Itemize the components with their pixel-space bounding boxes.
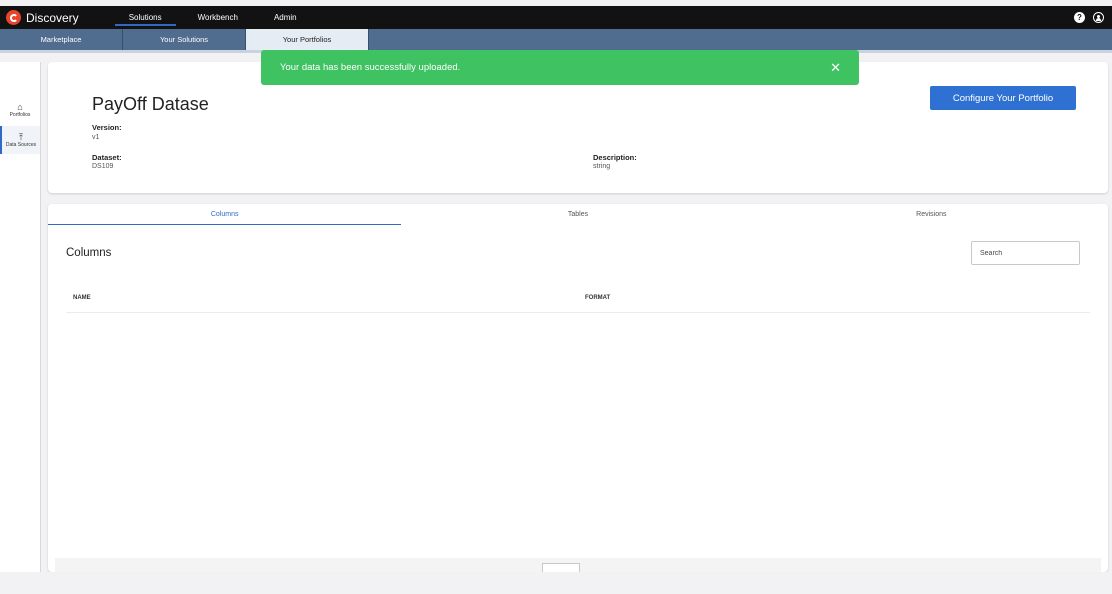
upload-icon: ⤒ <box>19 132 23 142</box>
page-footer-area <box>0 572 1112 594</box>
tab-columns[interactable]: Columns <box>48 204 402 225</box>
rail-item-label: Data Sources <box>5 142 37 148</box>
rail-item-data-sources[interactable]: ⤒ Data Sources <box>0 126 40 154</box>
subnav-marketplace[interactable]: Marketplace <box>0 29 123 50</box>
topnav-workbench[interactable]: Workbench <box>180 6 256 29</box>
detail-tabs: Columns Tables Revisions <box>48 204 1108 225</box>
configure-portfolio-button[interactable]: Configure Your Portfolio <box>930 86 1076 110</box>
dataset-detail-card: Columns Tables Revisions Columns NAME FO… <box>48 204 1108 573</box>
close-icon[interactable]: ✕ <box>830 61 841 74</box>
rail-item-label: Portfolios <box>9 112 31 118</box>
logo-icon <box>6 10 21 25</box>
page-title: PayOff Datase <box>92 94 209 114</box>
search-input[interactable] <box>971 241 1080 265</box>
toast-message: Your data has been successfully uploaded… <box>280 62 461 73</box>
help-icon[interactable]: ? <box>1074 12 1085 23</box>
subnav-your-portfolios[interactable]: Your Portfolios <box>246 29 369 50</box>
column-header-format[interactable]: FORMAT <box>585 295 610 301</box>
tab-revisions[interactable]: Revisions <box>755 204 1108 225</box>
topnav-solutions[interactable]: Solutions <box>111 6 180 29</box>
rail-item-portfolios[interactable]: ⌂ Portfolios <box>0 96 40 124</box>
brand-name: Discovery <box>26 10 79 25</box>
dataset-label: Dataset: <box>92 153 122 162</box>
section-title: Columns <box>66 247 112 259</box>
subnav-your-solutions[interactable]: Your Solutions <box>123 29 246 50</box>
top-nav: Solutions Workbench Admin <box>111 6 315 29</box>
topnav-admin[interactable]: Admin <box>256 6 315 29</box>
dataset-value: DS109 <box>92 163 114 170</box>
description-value: string <box>593 163 611 170</box>
top-app-bar: Discovery Solutions Workbench Admin ? <box>0 6 1112 29</box>
home-icon: ⌂ <box>17 102 23 112</box>
success-toast: Your data has been successfully uploaded… <box>261 50 859 85</box>
version-label: Version: <box>92 123 122 132</box>
left-rail: ⌂ Portfolios ⤒ Data Sources <box>0 62 41 572</box>
user-icon[interactable] <box>1093 12 1104 23</box>
version-value: v1 <box>92 134 100 141</box>
column-header-name[interactable]: NAME <box>73 295 91 301</box>
sub-nav: Marketplace Your Solutions Your Portfoli… <box>0 29 1112 50</box>
tab-tables[interactable]: Tables <box>401 204 754 225</box>
pagination-bar <box>55 558 1101 573</box>
description-label: Description: <box>593 153 637 162</box>
table-header-divider <box>66 312 1090 313</box>
